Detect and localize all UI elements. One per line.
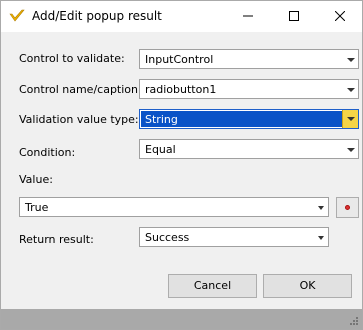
minimize-icon	[243, 15, 253, 17]
condition-value: Equal	[145, 143, 176, 156]
control-to-validate-select[interactable]: InputControl	[139, 49, 359, 69]
condition-label: Condition:	[19, 146, 76, 159]
value-label: Value:	[19, 173, 53, 186]
chevron-down-icon	[318, 236, 324, 240]
validation-type-value: String	[145, 113, 178, 126]
return-result-label: Return result:	[19, 233, 94, 246]
red-dot-icon	[345, 205, 350, 210]
chevron-down-icon	[318, 206, 324, 210]
chevron-down-icon	[347, 117, 355, 121]
value-value: True	[25, 201, 49, 214]
value-select[interactable]: True	[19, 197, 329, 217]
maximize-button[interactable]	[271, 1, 317, 32]
ok-button[interactable]: OK	[263, 274, 352, 298]
yellow-check-icon	[9, 9, 25, 22]
control-name-label: Control name/caption:	[19, 83, 142, 96]
condition-select[interactable]: Equal	[139, 139, 359, 159]
minimize-button[interactable]	[225, 1, 271, 32]
title-bar[interactable]: Add/Edit popup result	[1, 1, 362, 32]
window-title: Add/Edit popup result	[32, 9, 162, 23]
dialog-window: Add/Edit popup result Control to validat…	[0, 0, 363, 330]
validation-type-label: Validation value type:	[19, 113, 139, 126]
close-button[interactable]	[317, 1, 363, 32]
control-to-validate-value: InputControl	[145, 53, 214, 66]
return-result-select[interactable]: Success	[139, 227, 329, 247]
status-bar	[1, 309, 362, 329]
chevron-down-icon	[347, 58, 355, 62]
chevron-down-icon	[347, 88, 355, 92]
return-result-value: Success	[145, 231, 190, 244]
close-icon	[334, 10, 346, 22]
chevron-down-icon	[347, 148, 355, 152]
control-to-validate-label: Control to validate:	[19, 52, 125, 65]
clear-value-button[interactable]	[336, 197, 359, 218]
maximize-icon	[289, 11, 299, 21]
validation-type-select[interactable]: String	[139, 109, 359, 129]
dropdown-button[interactable]	[342, 110, 358, 128]
control-name-value: radiobutton1	[145, 83, 217, 96]
resize-grip-icon[interactable]	[349, 316, 359, 326]
cancel-button[interactable]: Cancel	[168, 274, 257, 298]
control-name-select[interactable]: radiobutton1	[139, 79, 359, 99]
